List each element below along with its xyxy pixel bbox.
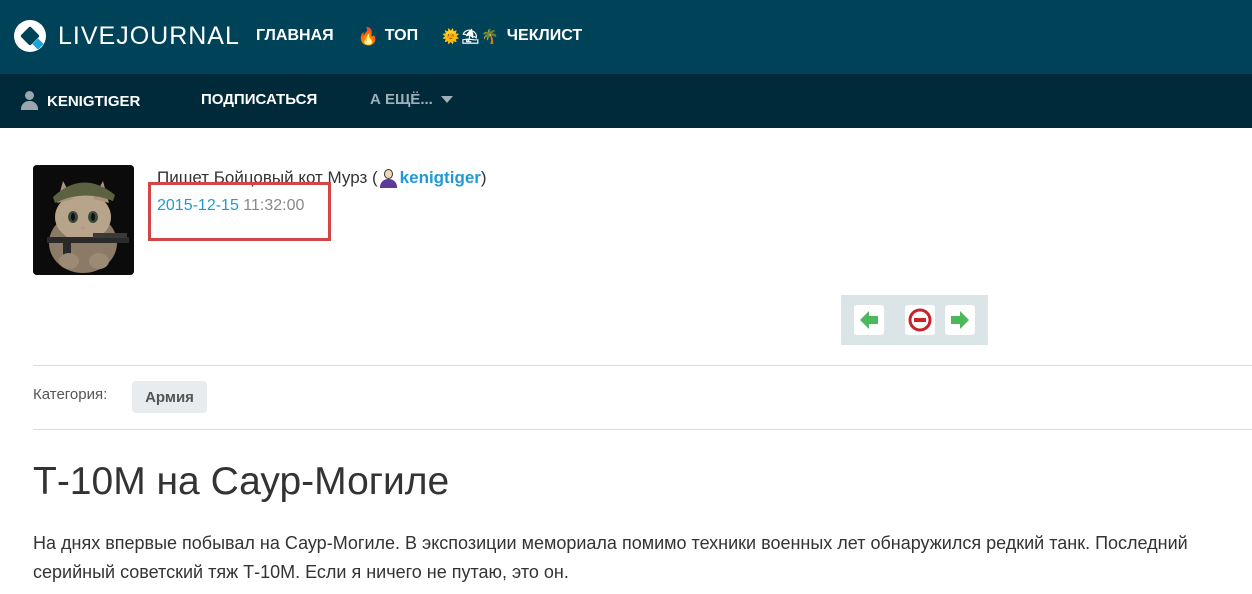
livejournal-logo-icon — [14, 20, 46, 52]
more-menu[interactable]: А ЕЩЁ... — [370, 91, 453, 108]
author-prefix: Пишет Бойцовый кот Мурз ( — [157, 168, 378, 187]
nav-checklist-label: ЧЕКЛИСТ — [506, 27, 583, 44]
nav-top[interactable]: 🔥 ТОП — [358, 27, 419, 45]
main-nav: ГЛАВНАЯ 🔥 ТОП 🌞 ⛱ 🌴 ЧЕКЛИСТ — [256, 24, 582, 48]
green-left-arrow-icon — [860, 311, 878, 329]
post-time: 11:32:00 — [243, 197, 305, 214]
red-no-entry-icon — [908, 308, 932, 332]
previous-entry-button[interactable] — [854, 305, 884, 335]
chevron-down-icon — [440, 96, 453, 103]
category-tag[interactable]: Армия — [132, 381, 207, 413]
fire-icon: 🔥 — [357, 26, 379, 46]
subscribe-label: ПОДПИСАТЬСЯ — [201, 91, 318, 108]
post-body: На днях впервые побывал на Саур-Могиле. … — [33, 533, 1188, 582]
post-date-link[interactable]: 2015-12-15 — [157, 197, 239, 214]
stop-button[interactable] — [905, 305, 935, 335]
divider — [33, 429, 1252, 430]
nav-home[interactable]: ГЛАВНАЯ — [256, 27, 334, 45]
next-entry-button[interactable] — [945, 305, 975, 335]
nav-top-label: ТОП — [384, 27, 419, 44]
nav-checklist[interactable]: 🌞 ⛱ 🌴 ЧЕКЛИСТ — [442, 27, 582, 45]
more-label: А ЕЩЁ... — [370, 91, 433, 108]
divider — [33, 365, 1252, 366]
green-right-arrow-icon — [951, 311, 969, 329]
journal-user-link[interactable]: KENIGTIGER — [20, 91, 140, 111]
journal-username: KENIGTIGER — [47, 92, 141, 110]
subscribe-button[interactable]: ПОДПИСАТЬСЯ — [201, 91, 317, 108]
user-icon — [20, 91, 38, 111]
post-datetime: 2015-12-15 11:32:00 — [157, 197, 304, 215]
nav-home-label: ГЛАВНАЯ — [256, 27, 334, 44]
sun-sand-palm-icon: 🌞 ⛱ 🌴 — [442, 28, 499, 44]
author-user-link[interactable]: kenigtiger — [378, 168, 481, 188]
lj-user-icon — [378, 168, 398, 188]
author-suffix: ) — [480, 168, 487, 187]
cat-with-gun-avatar-image — [33, 165, 134, 275]
top-bar: LIVEJOURNAL ГЛАВНАЯ 🔥 ТОП 🌞 ⛱ 🌴 ЧЕКЛИСТ — [0, 0, 1252, 74]
livejournal-logo[interactable]: LIVEJOURNAL — [14, 19, 240, 53]
entry-navigation — [841, 295, 988, 345]
journal-bar: KENIGTIGER ПОДПИСАТЬСЯ А ЕЩЁ... — [0, 74, 1252, 128]
author-username[interactable]: kenigtiger — [400, 168, 481, 188]
post-title: Т-10М на Саур-Могиле — [33, 460, 450, 503]
post-author-line: Пишет Бойцовый кот Мурз ( kenigtiger) — [157, 168, 487, 188]
logo-text: LIVEJOURNAL — [58, 21, 240, 50]
author-avatar[interactable] — [33, 165, 134, 275]
category-label: Категория: — [33, 386, 108, 403]
